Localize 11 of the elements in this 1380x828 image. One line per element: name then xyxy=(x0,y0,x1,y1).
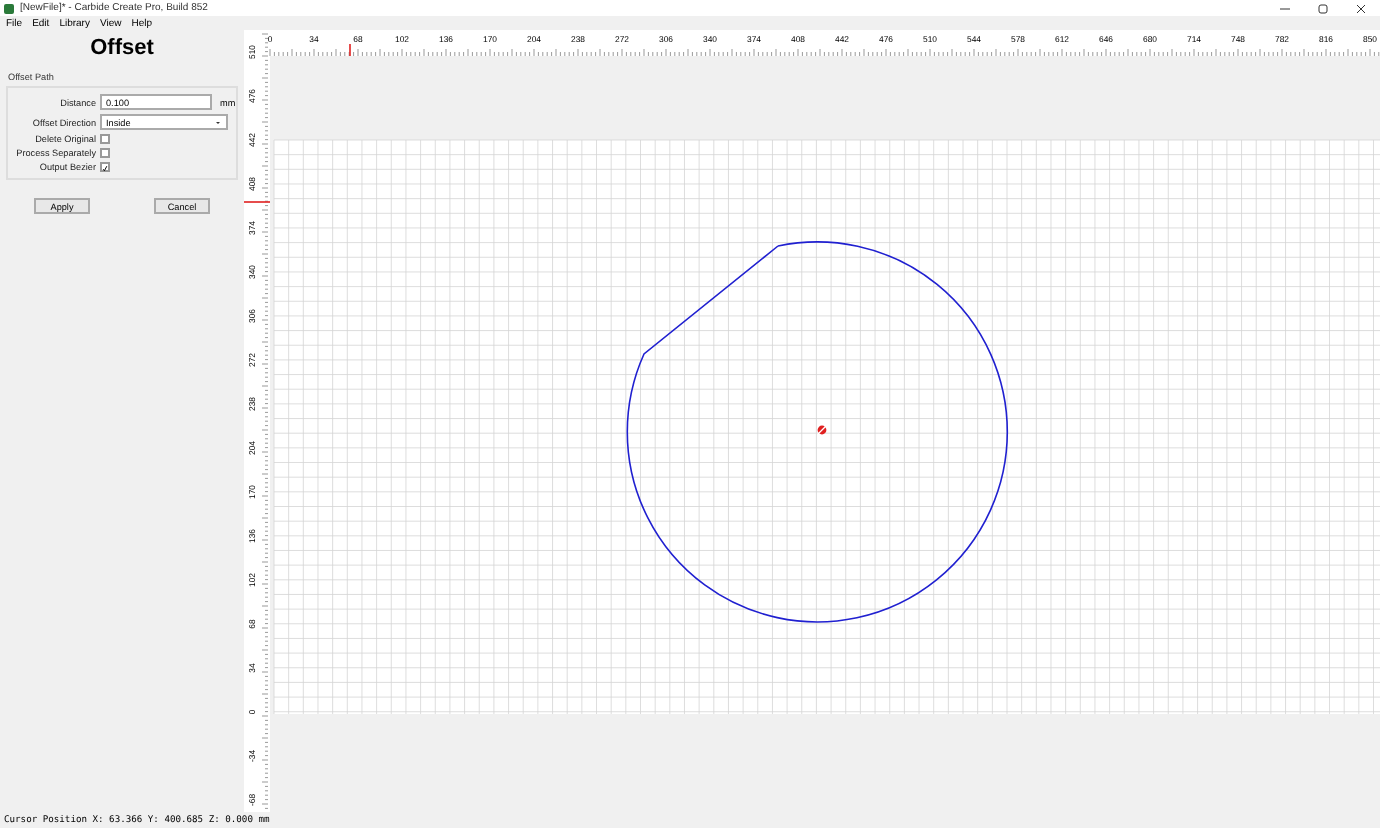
panel-heading: Offset xyxy=(88,36,156,60)
minimize-icon[interactable] xyxy=(1280,3,1290,13)
checkbox[interactable] xyxy=(100,134,110,144)
maximize-icon[interactable] xyxy=(1318,3,1328,13)
checkbox[interactable] xyxy=(100,162,110,172)
checkbox[interactable] xyxy=(100,148,110,158)
app-icon xyxy=(4,3,14,13)
center-mark xyxy=(817,425,827,435)
cursor-marker xyxy=(349,43,351,57)
close-icon[interactable] xyxy=(1356,3,1366,13)
cursor-marker xyxy=(244,201,271,203)
